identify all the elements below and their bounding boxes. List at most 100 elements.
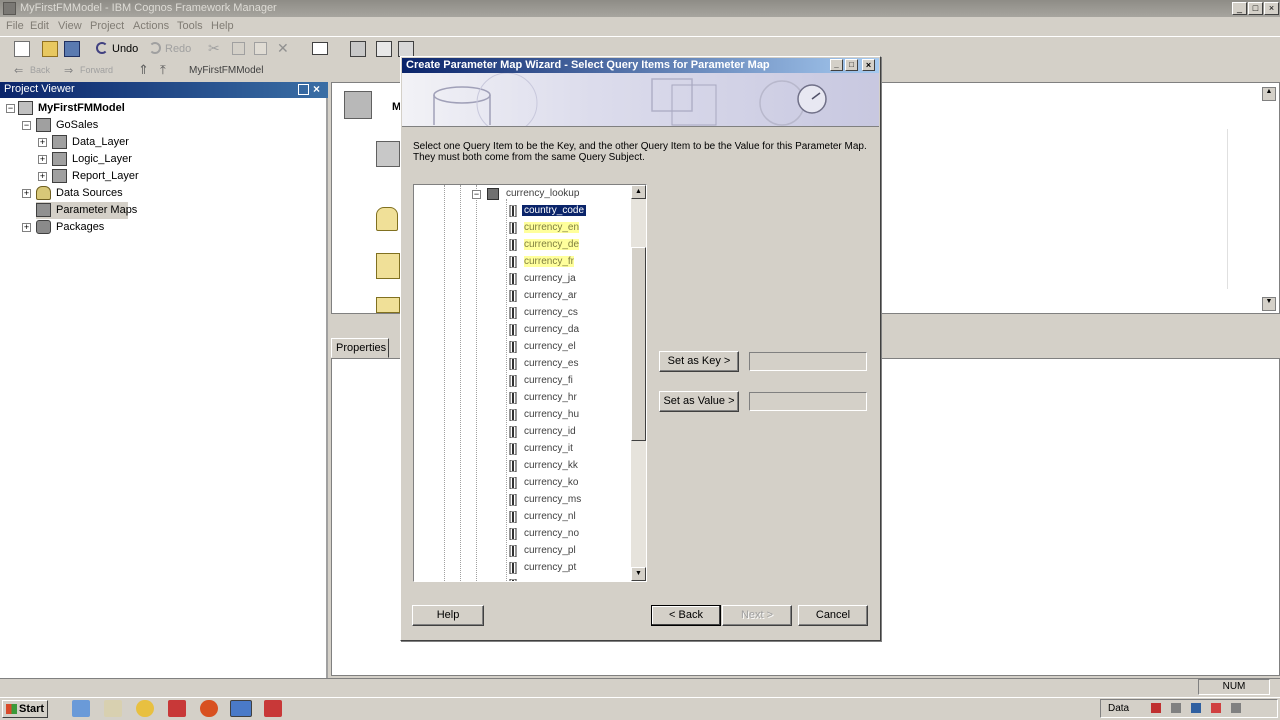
quick-launch-ie-icon[interactable] (72, 700, 90, 717)
expand-icon[interactable]: + (22, 223, 31, 232)
folder-icon[interactable] (376, 297, 400, 313)
status-bar (0, 678, 1280, 696)
set-as-value-button[interactable]: Set as Value > (659, 391, 739, 412)
cancel-button[interactable]: Cancel (798, 605, 868, 626)
start-button[interactable]: Start (2, 700, 48, 718)
tree-scrollbar[interactable]: ▲ ▼ (631, 185, 646, 581)
edit-definition-icon[interactable] (376, 41, 392, 57)
expand-icon[interactable]: + (38, 172, 47, 181)
menu-actions[interactable]: Actions (133, 20, 169, 32)
copy-icon[interactable] (232, 42, 245, 55)
query-item-icon (507, 510, 519, 524)
up-icon[interactable]: ⇑ (138, 62, 149, 78)
undo-label[interactable]: Undo (112, 43, 138, 55)
restore-pane-icon[interactable] (298, 84, 309, 95)
query-item-tree: − currency_lookup country_code currency_e… (413, 184, 647, 582)
menu-view[interactable]: View (58, 20, 82, 32)
namespace-icon (52, 169, 67, 183)
expand-icon[interactable]: + (22, 189, 31, 198)
dialog-maximize-button[interactable]: □ (845, 59, 858, 71)
tray-network-icon[interactable] (1171, 703, 1181, 713)
save-icon[interactable] (64, 41, 80, 57)
help-button[interactable]: Help (412, 605, 484, 626)
query-item-icon (507, 272, 519, 286)
back-label[interactable]: Back (30, 65, 50, 75)
back-button[interactable]: < Back (651, 605, 721, 626)
taskbar-framework-manager-icon[interactable] (230, 700, 252, 717)
query-item-icon (507, 408, 519, 422)
tab-properties[interactable]: Properties (331, 338, 389, 358)
back-icon[interactable]: ⇐ (14, 64, 23, 77)
scroll-down-icon[interactable]: ▼ (631, 567, 646, 581)
redo-label[interactable]: Redo (165, 43, 191, 55)
diagram-icon[interactable] (350, 41, 366, 57)
menu-help[interactable]: Help (211, 20, 234, 32)
close-button[interactable]: × (1264, 2, 1279, 15)
query-item-icon (507, 493, 519, 507)
layout-icon[interactable] (312, 42, 328, 55)
quick-launch-desktop-icon[interactable] (104, 700, 122, 717)
scroll-down-icon[interactable]: ▼ (1262, 297, 1276, 311)
query-item-icon (507, 425, 519, 439)
item-icon[interactable] (376, 141, 400, 167)
redo-icon[interactable] (149, 42, 161, 54)
dialog-minimize-button[interactable]: _ (830, 59, 843, 71)
tree-guide-line (444, 185, 445, 581)
query-item-icon (507, 476, 519, 490)
path-breadcrumb: MyFirstFMModel (189, 65, 264, 76)
dialog-close-button[interactable]: × (862, 59, 875, 71)
key-field[interactable] (749, 352, 867, 371)
new-icon[interactable] (14, 41, 30, 57)
query-item-icon (507, 340, 519, 354)
scroll-up-icon[interactable]: ▲ (1262, 87, 1276, 101)
collapse-icon[interactable]: − (6, 104, 15, 113)
cut-icon[interactable]: ✂ (208, 40, 220, 57)
quick-launch-app-icon[interactable] (168, 700, 186, 717)
expand-icon[interactable]: + (38, 138, 47, 147)
open-folder-icon[interactable] (42, 41, 58, 57)
quick-launch-firefox-icon[interactable] (200, 700, 218, 717)
value-field[interactable] (749, 392, 867, 411)
dialog-title-bar: Create Parameter Map Wizard - Select Que… (402, 58, 879, 73)
menu-file[interactable]: File (6, 20, 24, 32)
up-root-icon[interactable]: ⤒ (160, 62, 166, 78)
tray-label: Data (1108, 703, 1130, 714)
maximize-button[interactable]: □ (1248, 2, 1263, 15)
query-item-icon (507, 561, 519, 575)
collapse-icon[interactable]: − (472, 190, 481, 199)
folder-icon[interactable] (376, 207, 398, 231)
set-as-key-button[interactable]: Set as Key > (659, 351, 739, 372)
paste-icon[interactable] (254, 42, 267, 55)
next-button[interactable]: Next > (722, 605, 792, 626)
menu-tools[interactable]: Tools (177, 20, 203, 32)
expand-icon[interactable]: + (38, 155, 47, 164)
parameter-maps-large-icon (344, 91, 372, 119)
project-viewer-header: Project Viewer × (0, 82, 328, 98)
tray-app-icon[interactable] (1151, 703, 1161, 713)
menu-project[interactable]: Project (90, 20, 124, 32)
quick-launch-folder-icon[interactable] (136, 700, 154, 717)
folder-icon[interactable] (376, 253, 400, 279)
tray-volume-icon[interactable] (1231, 703, 1241, 713)
query-item-icon (507, 323, 519, 337)
num-lock-indicator: NUM (1198, 679, 1270, 695)
scrollbar-thumb[interactable] (631, 247, 646, 441)
forward-label[interactable]: Forward (80, 65, 113, 75)
tree-item-parameter-maps[interactable]: Parameter Maps (36, 202, 137, 219)
collapse-icon[interactable]: − (22, 121, 31, 130)
tray-shield-icon[interactable] (1191, 703, 1201, 713)
forward-icon[interactable]: ⇒ (64, 64, 73, 77)
system-tray: Data (1100, 699, 1278, 718)
query-item-icon (507, 459, 519, 473)
project-viewer-title: Project Viewer (4, 83, 75, 95)
close-pane-icon[interactable]: × (313, 82, 320, 96)
scroll-up-icon[interactable]: ▲ (631, 185, 646, 199)
delete-icon[interactable]: ✕ (277, 40, 289, 57)
wizard-banner-graphic (402, 73, 879, 127)
undo-icon[interactable] (96, 42, 108, 54)
taskbar-app-icon[interactable] (264, 700, 282, 717)
test-icon[interactable] (398, 41, 414, 57)
menu-edit[interactable]: Edit (30, 20, 49, 32)
minimize-button[interactable]: _ (1232, 2, 1247, 15)
tray-alert-icon[interactable] (1211, 703, 1221, 713)
